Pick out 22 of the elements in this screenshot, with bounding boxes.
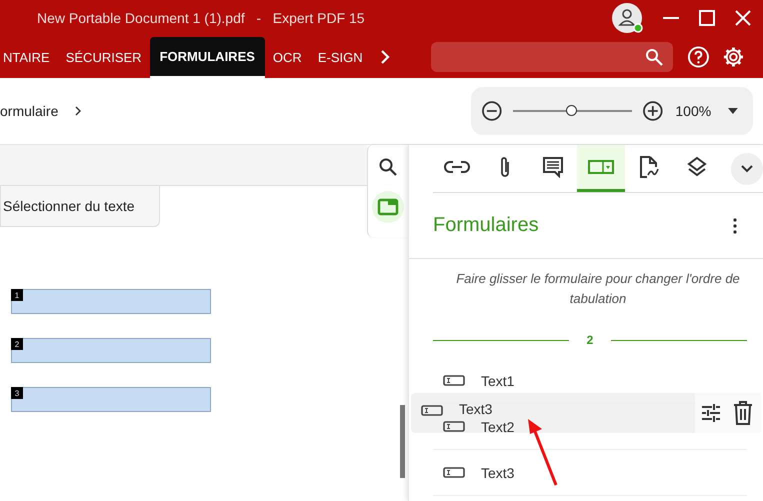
dragged-field-name[interactable]: Text3 (459, 401, 492, 417)
tab-order-badge: 2 (11, 338, 23, 350)
form-text-field[interactable]: 2 (11, 338, 211, 363)
breadcrumb-item[interactable]: ormulaire (0, 103, 58, 119)
tab-order-badge: 3 (11, 387, 23, 399)
ribbon-tab[interactable]: NTAIRE (0, 37, 58, 78)
window-title: New Portable Document 1 (1).pdf - Expert PDF 15 (37, 10, 365, 26)
page-number: 2 (586, 333, 594, 347)
form-field-name[interactable]: Text1 (481, 372, 514, 388)
form-text-field[interactable]: 3 (11, 387, 211, 412)
form-field-name[interactable]: Text2 (481, 418, 514, 434)
panel-title: Formulaires (433, 214, 539, 237)
form-text-field[interactable]: 1 (11, 289, 211, 314)
ribbon-tab[interactable]: E-SIGN (310, 37, 371, 78)
tab-order-badge: 1 (11, 289, 23, 301)
zoom-reading: 100% (675, 103, 712, 119)
tool-tab[interactable]: Sélectionner du texte (0, 186, 160, 227)
ribbon-tab[interactable]: SÉCURISER (58, 37, 150, 78)
form-field-name[interactable]: Text3 (481, 464, 514, 480)
hint-text: Faire glisser le formulaire pour changer l'ordre de tabulation (455, 270, 741, 308)
ribbon-tab[interactable]: OCR (264, 37, 310, 78)
ribbon-tab[interactable]: FORMULAIRES (150, 37, 265, 78)
